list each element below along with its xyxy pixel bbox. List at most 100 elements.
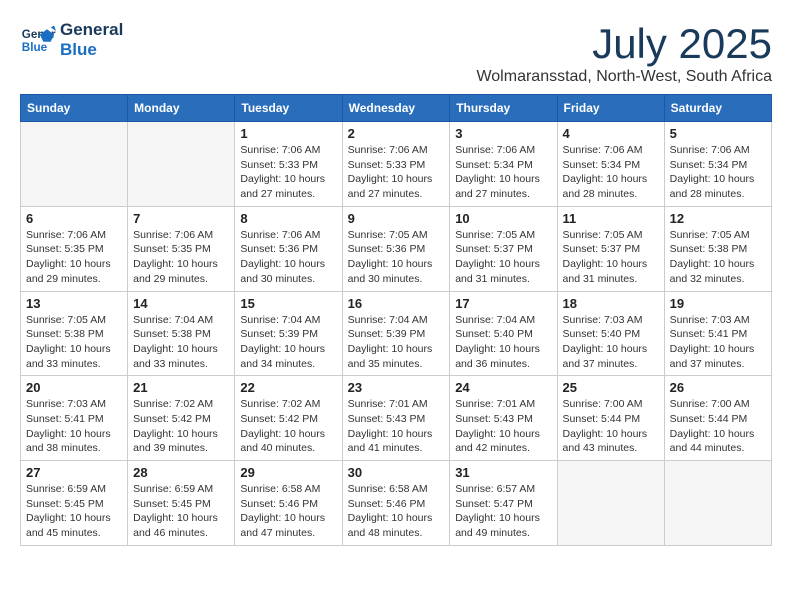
day-number: 8 (240, 211, 336, 226)
day-cell: 4 Sunrise: 7:06 AM Sunset: 5:34 PM Daylig… (557, 122, 664, 207)
week-row-3: 13 Sunrise: 7:05 AM Sunset: 5:38 PM Dayli… (21, 291, 772, 376)
week-row-1: 1 Sunrise: 7:06 AM Sunset: 5:33 PM Daylig… (21, 122, 772, 207)
day-cell: 18 Sunrise: 7:03 AM Sunset: 5:40 PM Dayli… (557, 291, 664, 376)
day-info: Sunrise: 6:58 AM Sunset: 5:46 PM Dayligh… (348, 482, 445, 541)
logo-icon: General Blue (20, 22, 56, 58)
day-info: Sunrise: 6:59 AM Sunset: 5:45 PM Dayligh… (133, 482, 229, 541)
day-cell (21, 122, 128, 207)
col-header-wednesday: Wednesday (342, 95, 450, 122)
day-info: Sunrise: 7:06 AM Sunset: 5:33 PM Dayligh… (240, 143, 336, 202)
day-info: Sunrise: 7:03 AM Sunset: 5:41 PM Dayligh… (26, 397, 122, 456)
day-cell: 8 Sunrise: 7:06 AM Sunset: 5:36 PM Daylig… (235, 206, 342, 291)
day-info: Sunrise: 7:05 AM Sunset: 5:37 PM Dayligh… (563, 228, 659, 287)
col-header-friday: Friday (557, 95, 664, 122)
title-area: July 2025 Wolmaransstad, North-West, Sou… (476, 20, 772, 86)
day-number: 25 (563, 380, 659, 395)
day-cell: 15Sunrise: 7:04 AM Sunset: 5:39 PM Dayli… (235, 291, 342, 376)
day-number: 26 (670, 380, 766, 395)
logo-general: General (60, 20, 123, 40)
day-number: 14 (133, 296, 229, 311)
day-info: Sunrise: 7:05 AM Sunset: 5:36 PM Dayligh… (348, 228, 445, 287)
header: General Blue General Blue July 2025 Wolm… (20, 20, 772, 86)
day-info: Sunrise: 7:06 AM Sunset: 5:34 PM Dayligh… (455, 143, 551, 202)
day-info: Sunrise: 7:06 AM Sunset: 5:35 PM Dayligh… (133, 228, 229, 287)
day-info: Sunrise: 7:05 AM Sunset: 5:37 PM Dayligh… (455, 228, 551, 287)
logo-blue: Blue (60, 40, 123, 60)
day-number: 18 (563, 296, 659, 311)
month-title: July 2025 (476, 20, 772, 68)
day-info: Sunrise: 7:04 AM Sunset: 5:39 PM Dayligh… (348, 313, 445, 372)
day-cell: 7 Sunrise: 7:06 AM Sunset: 5:35 PM Daylig… (128, 206, 235, 291)
day-info: Sunrise: 7:06 AM Sunset: 5:33 PM Dayligh… (348, 143, 445, 202)
day-info: Sunrise: 7:01 AM Sunset: 5:43 PM Dayligh… (348, 397, 445, 456)
day-number: 24 (455, 380, 551, 395)
day-cell: 9 Sunrise: 7:05 AM Sunset: 5:36 PM Daylig… (342, 206, 450, 291)
day-info: Sunrise: 7:06 AM Sunset: 5:34 PM Dayligh… (670, 143, 766, 202)
day-info: Sunrise: 6:58 AM Sunset: 5:46 PM Dayligh… (240, 482, 336, 541)
day-cell: 2 Sunrise: 7:06 AM Sunset: 5:33 PM Daylig… (342, 122, 450, 207)
day-number: 20 (26, 380, 122, 395)
day-info: Sunrise: 7:05 AM Sunset: 5:38 PM Dayligh… (670, 228, 766, 287)
day-info: Sunrise: 7:04 AM Sunset: 5:38 PM Dayligh… (133, 313, 229, 372)
day-number: 12 (670, 211, 766, 226)
day-info: Sunrise: 7:00 AM Sunset: 5:44 PM Dayligh… (563, 397, 659, 456)
day-info: Sunrise: 7:06 AM Sunset: 5:34 PM Dayligh… (563, 143, 659, 202)
day-number: 15 (240, 296, 336, 311)
day-cell: 11 Sunrise: 7:05 AM Sunset: 5:37 PM Dayli… (557, 206, 664, 291)
day-cell: 27 Sunrise: 6:59 AM Sunset: 5:45 PM Dayli… (21, 461, 128, 546)
day-number: 3 (455, 126, 551, 141)
day-number: 13 (26, 296, 122, 311)
day-cell: 3 Sunrise: 7:06 AM Sunset: 5:34 PM Daylig… (450, 122, 557, 207)
day-cell: 14 Sunrise: 7:04 AM Sunset: 5:38 PM Dayli… (128, 291, 235, 376)
day-cell: 26 Sunrise: 7:00 AM Sunset: 5:44 PM Dayli… (664, 376, 771, 461)
day-cell: 16 Sunrise: 7:04 AM Sunset: 5:39 PM Dayli… (342, 291, 450, 376)
week-row-5: 27 Sunrise: 6:59 AM Sunset: 5:45 PM Dayli… (21, 461, 772, 546)
day-cell: 20 Sunrise: 7:03 AM Sunset: 5:41 PM Dayli… (21, 376, 128, 461)
day-cell: 21 Sunrise: 7:02 AM Sunset: 5:42 PM Dayli… (128, 376, 235, 461)
day-number: 28 (133, 465, 229, 480)
location-subtitle: Wolmaransstad, North-West, South Africa (476, 68, 772, 86)
week-row-4: 20 Sunrise: 7:03 AM Sunset: 5:41 PM Dayli… (21, 376, 772, 461)
day-cell (664, 461, 771, 546)
day-info: Sunrise: 7:02 AM Sunset: 5:42 PM Dayligh… (133, 397, 229, 456)
day-cell: 30 Sunrise: 6:58 AM Sunset: 5:46 PM Dayli… (342, 461, 450, 546)
day-info: Sunrise: 6:59 AM Sunset: 5:45 PM Dayligh… (26, 482, 122, 541)
week-row-2: 6Sunrise: 7:06 AM Sunset: 5:35 PM Daylig… (21, 206, 772, 291)
day-cell: 13 Sunrise: 7:05 AM Sunset: 5:38 PM Dayli… (21, 291, 128, 376)
day-number: 4 (563, 126, 659, 141)
day-cell: 12 Sunrise: 7:05 AM Sunset: 5:38 PM Dayli… (664, 206, 771, 291)
day-info: Sunrise: 7:03 AM Sunset: 5:40 PM Dayligh… (563, 313, 659, 372)
day-number: 22 (240, 380, 336, 395)
day-cell: 24Sunrise: 7:01 AM Sunset: 5:43 PM Dayli… (450, 376, 557, 461)
day-info: Sunrise: 7:00 AM Sunset: 5:44 PM Dayligh… (670, 397, 766, 456)
day-number: 31 (455, 465, 551, 480)
day-number: 21 (133, 380, 229, 395)
day-info: Sunrise: 7:06 AM Sunset: 5:35 PM Dayligh… (26, 228, 122, 287)
svg-text:Blue: Blue (22, 40, 48, 53)
day-number: 30 (348, 465, 445, 480)
col-header-thursday: Thursday (450, 95, 557, 122)
day-number: 9 (348, 211, 445, 226)
day-cell: 28 Sunrise: 6:59 AM Sunset: 5:45 PM Dayli… (128, 461, 235, 546)
col-header-tuesday: Tuesday (235, 95, 342, 122)
day-number: 2 (348, 126, 445, 141)
logo: General Blue General Blue (20, 20, 123, 59)
day-cell: 17Sunrise: 7:04 AM Sunset: 5:40 PM Dayli… (450, 291, 557, 376)
col-header-saturday: Saturday (664, 95, 771, 122)
day-info: Sunrise: 7:03 AM Sunset: 5:41 PM Dayligh… (670, 313, 766, 372)
day-info: Sunrise: 7:05 AM Sunset: 5:38 PM Dayligh… (26, 313, 122, 372)
day-cell: 5Sunrise: 7:06 AM Sunset: 5:34 PM Daylig… (664, 122, 771, 207)
day-number: 19 (670, 296, 766, 311)
day-number: 17 (455, 296, 551, 311)
day-number: 16 (348, 296, 445, 311)
day-number: 1 (240, 126, 336, 141)
day-info: Sunrise: 7:02 AM Sunset: 5:42 PM Dayligh… (240, 397, 336, 456)
day-cell (128, 122, 235, 207)
day-number: 11 (563, 211, 659, 226)
day-number: 7 (133, 211, 229, 226)
day-cell: 1 Sunrise: 7:06 AM Sunset: 5:33 PM Daylig… (235, 122, 342, 207)
day-info: Sunrise: 7:06 AM Sunset: 5:36 PM Dayligh… (240, 228, 336, 287)
day-number: 27 (26, 465, 122, 480)
calendar: SundayMondayTuesdayWednesdayThursdayFrid… (20, 94, 772, 546)
col-header-sunday: Sunday (21, 95, 128, 122)
